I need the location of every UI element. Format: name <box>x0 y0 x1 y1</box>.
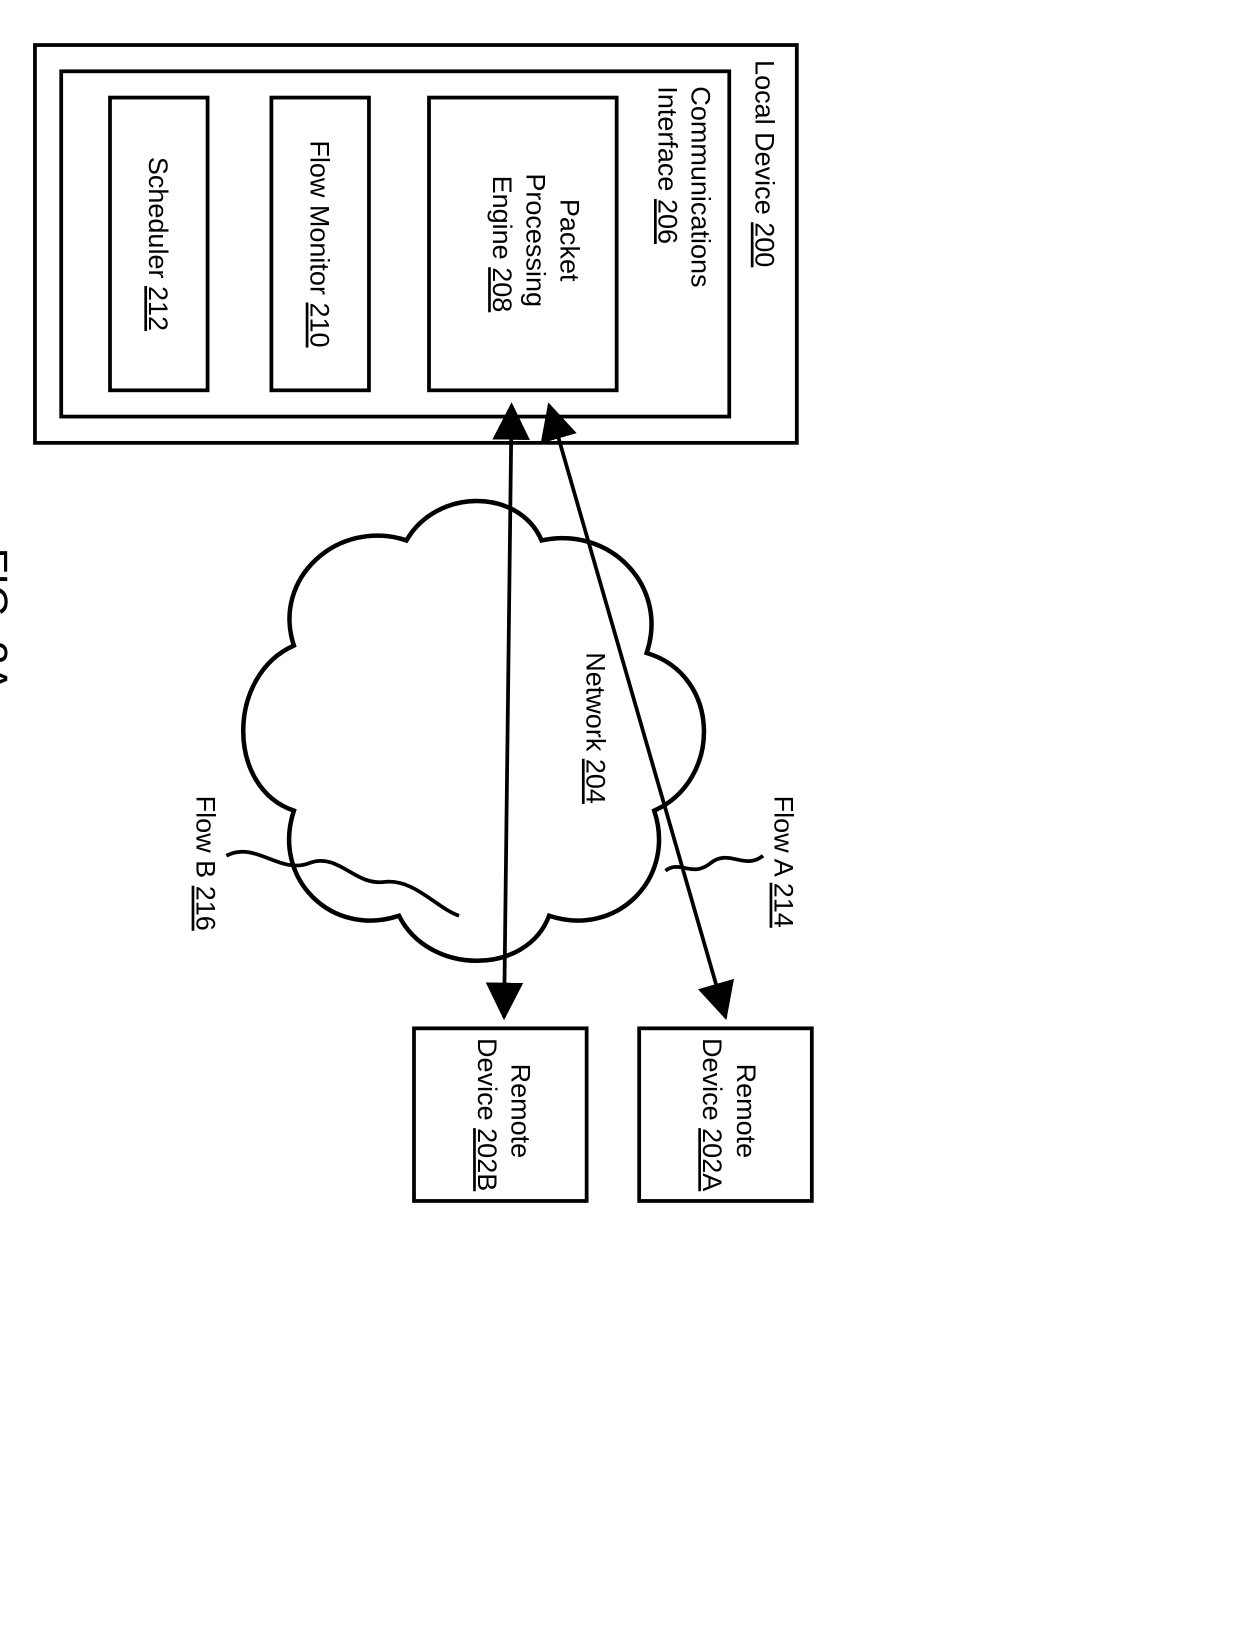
communications-interface: Communications Interface 206 Packet Proc… <box>61 71 729 416</box>
svg-text:Flow B 216: Flow B 216 <box>190 796 220 931</box>
diagram-root: Local Device 200 Communications Interfac… <box>0 0 1240 1240</box>
flow-monitor-label: Flow Monitor 210 <box>304 140 334 347</box>
packet-processing-engine-label: Packet Processing Engine 208 <box>487 173 585 314</box>
remote-device-b-label: Remote Device 202B <box>472 1038 536 1191</box>
network-label: Network 204 <box>581 652 611 804</box>
flow-a-label: Flow A 214 <box>665 796 798 928</box>
network-cloud: Network 204 <box>243 501 704 961</box>
svg-text:Flow A 214: Flow A 214 <box>768 796 798 928</box>
figure-label: FIG. 2A <box>0 548 17 693</box>
flow-b-label: Flow B 216 <box>190 796 459 931</box>
communications-interface-title: Communications Interface 206 <box>653 86 716 295</box>
packet-processing-engine: Packet Processing Engine 208 <box>429 98 617 391</box>
local-device-title: Local Device 200 <box>750 60 780 267</box>
scheduler: Scheduler 212 <box>110 98 208 391</box>
remote-device-b: Remote Device 202B <box>414 1028 587 1201</box>
flow-a-arrow <box>549 405 725 1017</box>
remote-device-a: Remote Device 202A <box>639 1028 812 1201</box>
flow-b-arrow <box>504 405 512 1017</box>
scheduler-label: Scheduler 212 <box>143 157 173 331</box>
remote-device-a-label: Remote Device 202A <box>697 1038 761 1191</box>
local-device: Local Device 200 Communications Interfac… <box>35 45 797 443</box>
flow-monitor: Flow Monitor 210 <box>271 98 369 391</box>
